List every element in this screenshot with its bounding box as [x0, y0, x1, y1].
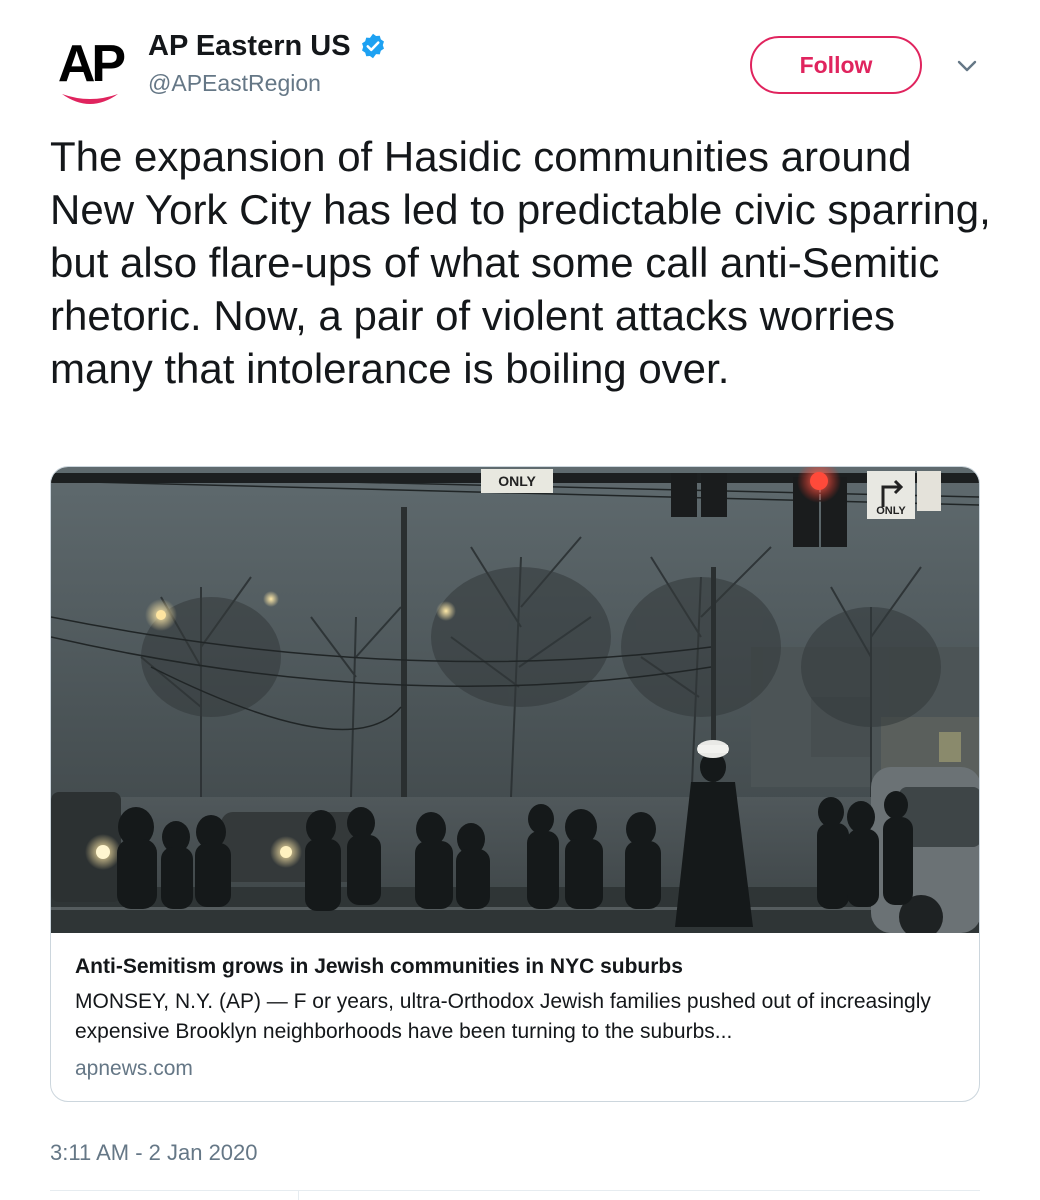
avatar-swoosh-icon [62, 94, 118, 104]
account-handle[interactable]: @APEastRegion [148, 68, 387, 98]
card-text: Anti-Semitism grows in Jewish communitie… [75, 953, 955, 1083]
chevron-down-icon[interactable] [956, 58, 978, 74]
tweet-timestamp[interactable]: 3:11 AM - 2 Jan 2020 [50, 1138, 258, 1168]
divider [50, 1190, 980, 1191]
tweet-header: AP AP Eastern US @APEastRegion Follow [0, 0, 1040, 120]
divider-tick [298, 1190, 299, 1200]
verified-badge-icon [361, 33, 384, 59]
follow-button[interactable]: Follow [750, 36, 922, 94]
tweet-text: The expansion of Hasidic communities aro… [50, 133, 991, 392]
display-name[interactable]: AP Eastern US [148, 28, 351, 64]
article-photo: ONLY ONLY [51, 467, 979, 933]
avatar[interactable]: AP [52, 34, 128, 110]
link-preview-card[interactable]: ONLY ONLY Anti-Semitism grows in Jewish … [50, 466, 980, 1102]
image-sign-text-right: ONLY [876, 505, 906, 517]
image-sign-text-left: ONLY [498, 473, 536, 489]
card-description: MONSEY, N.Y. (AP) — F or years, ultra-Or… [75, 990, 931, 1043]
account-info: AP Eastern US @APEastRegion [148, 28, 387, 98]
avatar-logo-text: AP [57, 35, 126, 93]
card-domain[interactable]: apnews.com [75, 1055, 955, 1083]
card-title[interactable]: Anti-Semitism grows in Jewish communitie… [75, 953, 955, 981]
